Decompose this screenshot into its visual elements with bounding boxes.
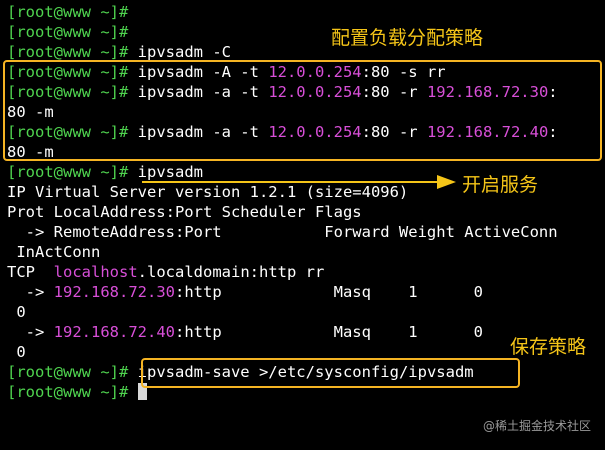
arrow-icon: [230, 175, 456, 189]
watermark: @稀土掘金技术社区: [482, 419, 591, 433]
